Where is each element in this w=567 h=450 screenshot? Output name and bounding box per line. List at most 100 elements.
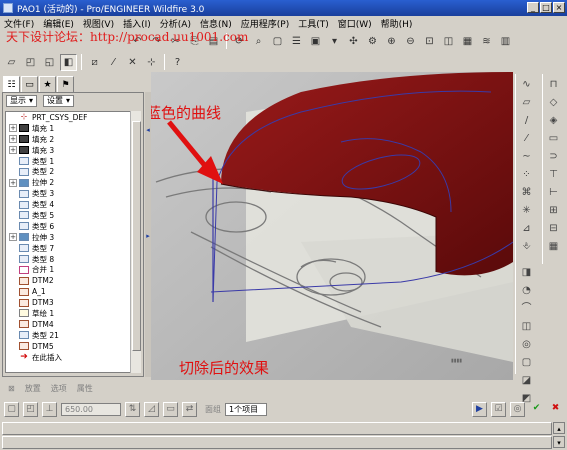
verify-icon[interactable]: ☑: [491, 401, 506, 417]
settings-dropdown[interactable]: 设置 ▾: [43, 95, 75, 107]
tree-item[interactable]: DTM5: [6, 341, 130, 352]
tree-item[interactable]: 类型 3: [6, 188, 130, 199]
show-dropdown[interactable]: 显示 ▾: [6, 95, 38, 107]
tree-item[interactable]: 类型 5: [6, 210, 130, 221]
tab-options[interactable]: 选项: [51, 383, 67, 394]
close-panel-icon[interactable]: ⊠: [8, 384, 15, 393]
tree-item[interactable]: + 拉伸 3: [6, 232, 130, 243]
datum-curve-tool-icon[interactable]: ⁄: [519, 132, 535, 146]
zoom-in-icon[interactable]: ⊕: [383, 33, 400, 50]
merge-tool-icon[interactable]: ⊃: [546, 150, 562, 164]
tab-placement[interactable]: 放置: [25, 383, 41, 394]
wireframe-icon[interactable]: ▱: [3, 54, 20, 71]
shell-tool-icon[interactable]: ▢: [519, 356, 535, 370]
zoom-out-icon[interactable]: ⊖: [402, 33, 419, 50]
tree-item[interactable]: ➔ 在此插入: [6, 352, 130, 363]
cancel-x-icon[interactable]: ✖: [548, 402, 563, 417]
datum-csys-tool-icon[interactable]: ⁘: [519, 168, 535, 182]
tree-item[interactable]: + 拉伸 2: [6, 177, 130, 188]
tree-item[interactable]: 类型 4: [6, 199, 130, 210]
scroll-down-icon[interactable]: ▾: [553, 436, 565, 448]
flip-side-icon[interactable]: ⇄: [182, 401, 197, 417]
solid-icon[interactable]: ▢: [4, 401, 19, 417]
datum-plane-tool-icon[interactable]: ▱: [519, 96, 535, 110]
thicken-sketch-icon[interactable]: ▭: [163, 401, 178, 417]
expand-icon[interactable]: +: [9, 124, 17, 133]
datum-point-display-icon[interactable]: ✕: [124, 54, 141, 71]
trim-tool-icon[interactable]: ⊤: [546, 168, 562, 182]
preview-icon[interactable]: ◎: [510, 401, 525, 417]
maximize-button[interactable]: □: [540, 2, 552, 13]
thicken-tool-icon[interactable]: ⊟: [546, 222, 562, 236]
blend-tool-icon[interactable]: ◫: [519, 320, 535, 334]
mirror-tool-icon[interactable]: ✳: [519, 204, 535, 218]
tree-item[interactable]: 合并 1: [6, 264, 130, 275]
menu-window[interactable]: 窗口(W): [338, 17, 372, 30]
menu-help[interactable]: 帮助(H): [381, 17, 413, 30]
boundary-blend-icon[interactable]: ⊓: [546, 78, 562, 92]
view-manager-icon[interactable]: ▥: [497, 33, 514, 50]
model-tree-tab[interactable]: ☷: [3, 76, 20, 92]
tree-item[interactable]: + 填充 2: [6, 134, 130, 145]
tree-item[interactable]: 类型 2: [6, 166, 130, 177]
warp-tool-icon[interactable]: ▭: [546, 132, 562, 146]
expand-icon[interactable]: +: [9, 146, 17, 155]
tree-item[interactable]: 类型 6: [6, 221, 130, 232]
selection-field[interactable]: 1个项目: [225, 402, 267, 416]
flip-direction-icon[interactable]: ⇅: [125, 401, 140, 417]
expand-icon[interactable]: +: [9, 178, 17, 187]
sketch-tool-icon[interactable]: ∿: [519, 78, 535, 92]
tree-item[interactable]: 类型 8: [6, 254, 130, 265]
repaint-icon[interactable]: ▣: [307, 33, 324, 50]
scroll-up-icon[interactable]: ▴: [553, 422, 565, 434]
saved-views-icon[interactable]: ▦: [459, 33, 476, 50]
tree-item[interactable]: 草绘 1: [6, 308, 130, 319]
analysis-tool-icon[interactable]: ⌘: [519, 186, 535, 200]
display-style-icon[interactable]: ▾: [326, 33, 343, 50]
find-icon[interactable]: ⌕: [250, 33, 267, 50]
play-icon[interactable]: ▶: [472, 401, 487, 417]
depth-value-field[interactable]: 650.00: [61, 402, 121, 416]
datum-axis-display-icon[interactable]: ⁄: [105, 54, 122, 71]
shading-icon[interactable]: ◧: [60, 53, 77, 71]
tree-item[interactable]: DTM2: [6, 275, 130, 286]
sweep-tool-icon[interactable]: ⌒: [519, 302, 535, 316]
datum-point-tool-icon[interactable]: ∼: [519, 150, 535, 164]
variable-sweep-icon[interactable]: ◇: [546, 96, 562, 110]
remove-material-icon[interactable]: ◿: [144, 401, 159, 417]
expand-icon[interactable]: +: [9, 135, 17, 144]
orient-icon[interactable]: ⚙: [364, 33, 381, 50]
extend-tool-icon[interactable]: ⊢: [546, 186, 562, 200]
datum-axis-tool-icon[interactable]: /: [519, 114, 535, 128]
csys-display-icon[interactable]: ⊹: [143, 54, 160, 71]
tree-item[interactable]: DTM3: [6, 297, 130, 308]
tree-scrollbar[interactable]: [130, 111, 141, 373]
hole-tool-icon[interactable]: ◎: [519, 338, 535, 352]
folder-browser-tab[interactable]: ▭: [21, 76, 38, 92]
context-help-icon[interactable]: ?: [169, 54, 186, 71]
offset-tool-icon[interactable]: ⊞: [546, 204, 562, 218]
tree-item[interactable]: 类型 21: [6, 330, 130, 341]
no-hidden-icon[interactable]: ◱: [41, 54, 58, 71]
tab-properties[interactable]: 属性: [77, 383, 93, 394]
favorites-tab[interactable]: ★: [39, 76, 56, 92]
spin-center-icon[interactable]: ✣: [345, 33, 362, 50]
tree-item[interactable]: DTM4: [6, 319, 130, 330]
minimize-button[interactable]: _: [527, 2, 539, 13]
tree-item[interactable]: + 填充 3: [6, 145, 130, 156]
tree-item[interactable]: + 填充 1: [6, 123, 130, 134]
style-tool-icon[interactable]: ◈: [546, 114, 562, 128]
surface-icon[interactable]: ◰: [23, 401, 38, 417]
ok-check-icon[interactable]: ✔: [529, 402, 544, 417]
sketch-datum-icon[interactable]: ⊿: [519, 222, 535, 236]
hidden-line-icon[interactable]: ◰: [22, 54, 39, 71]
extrude-tool-icon[interactable]: ◨: [519, 266, 535, 280]
scroll-thumb[interactable]: [132, 121, 141, 351]
connections-tab[interactable]: ⚑: [57, 76, 74, 92]
depth-option-icon[interactable]: ⊥: [42, 401, 57, 417]
graphics-window[interactable]: ▮▮▮▮ 借用蓝色的曲线 切除后的效果: [151, 72, 513, 380]
expand-icon[interactable]: +: [9, 233, 17, 242]
tree-item[interactable]: 类型 7: [6, 243, 130, 254]
tree-item[interactable]: ⊹ PRT_CSYS_DEF: [6, 112, 130, 123]
close-button[interactable]: ×: [553, 2, 565, 13]
